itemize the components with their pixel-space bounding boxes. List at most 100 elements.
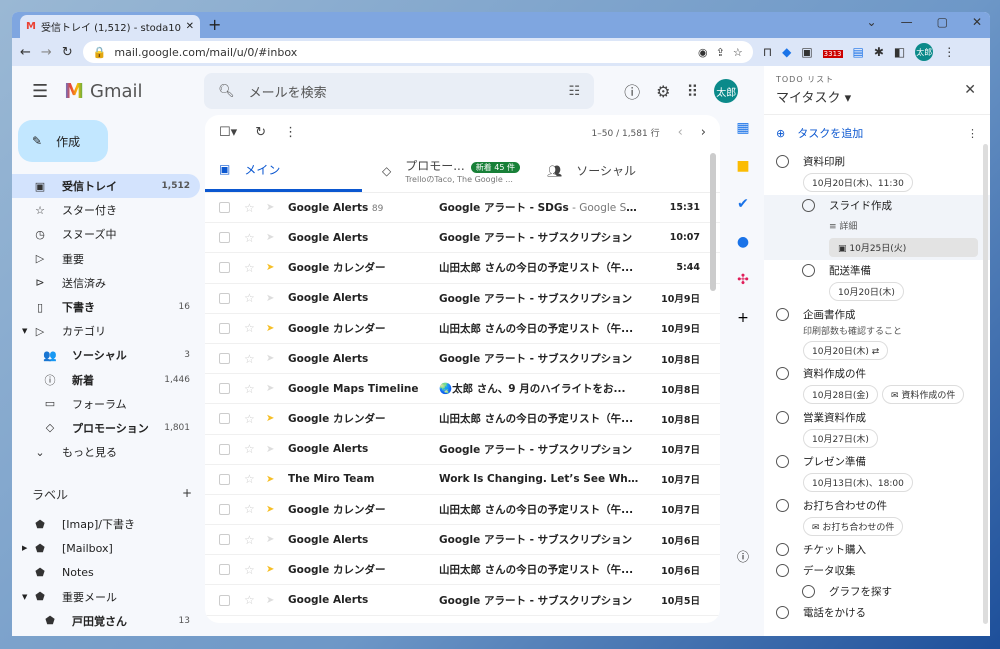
email-row[interactable]: ☆ ➤ Google Maps Timeline 🌏太郎 さん、9 月のハイライトをお… bbox=[205, 374, 720, 405]
complete-task-checkbox[interactable] bbox=[776, 564, 789, 577]
complete-task-checkbox[interactable] bbox=[776, 606, 789, 619]
row-checkbox[interactable] bbox=[219, 413, 230, 425]
sidebar-item[interactable]: ▷ 重要 bbox=[12, 247, 200, 271]
row-checkbox[interactable] bbox=[219, 564, 230, 576]
row-checkbox[interactable] bbox=[219, 503, 230, 515]
email-row[interactable]: ☆ ➤ Google Alerts Google アラート - サブスクリプション 10… bbox=[205, 223, 720, 254]
star-icon[interactable]: ☆ bbox=[244, 563, 258, 577]
row-checkbox[interactable] bbox=[219, 262, 230, 274]
row-checkbox[interactable] bbox=[219, 292, 230, 304]
sidebar-item[interactable]: ◇ プロモーション 1,801 bbox=[12, 416, 200, 440]
tasks-icon[interactable]: ✔ bbox=[737, 196, 749, 212]
sidebar-item[interactable]: ⬟ [Imap]/下書き bbox=[12, 512, 200, 536]
expand-caret-icon[interactable]: ▼ bbox=[22, 327, 27, 335]
email-row[interactable]: ☆ ➤ Google Alerts Google アラート - サブスクリプション 10… bbox=[205, 344, 720, 375]
extension-icon[interactable]: ▣ bbox=[801, 45, 812, 59]
more-icon[interactable]: ⋮ bbox=[967, 127, 978, 140]
task-chip[interactable]: 10月20日(木)、11:30 bbox=[803, 173, 913, 192]
important-marker-icon[interactable]: ➤ bbox=[266, 262, 280, 273]
sidebar-item[interactable]: ▣ 受信トレイ 1,512 bbox=[12, 174, 200, 199]
gmail-logo[interactable]: M Gmail bbox=[64, 79, 184, 103]
filter-options-icon[interactable]: ☷ bbox=[568, 84, 580, 99]
sidebar-item[interactable]: ⬟ Notes bbox=[12, 560, 200, 584]
tab-social[interactable]: 👥︎ ソーシャル bbox=[527, 149, 636, 192]
important-marker-icon[interactable]: ➤ bbox=[266, 595, 280, 606]
star-icon[interactable]: ☆ bbox=[244, 533, 258, 547]
tasks-scrollbar[interactable] bbox=[983, 144, 988, 624]
search-input[interactable]: 🔍︎ メールを検索 ☷ bbox=[204, 73, 595, 109]
email-row[interactable]: ☆ ➤ Google カレンダー 山田太郎 さんの今日の予定リスト（午... 10月6日 bbox=[205, 555, 720, 586]
important-marker-icon[interactable]: ➤ bbox=[266, 353, 280, 364]
sidebar-item[interactable]: ▼ ⬟ 重要メール bbox=[12, 585, 200, 609]
important-marker-icon[interactable]: ➤ bbox=[266, 444, 280, 455]
task-chip[interactable]: 10月20日(木) ⇄ bbox=[803, 341, 889, 360]
next-page-icon[interactable]: › bbox=[701, 125, 706, 140]
sidebar-item[interactable]: ▼ ▷ カテゴリ bbox=[12, 319, 200, 343]
email-row[interactable]: ☆ ➤ Google Alerts Google アラート - サブスクリプション 10… bbox=[205, 284, 720, 314]
email-row[interactable]: ☆ ➤ Google カレンダー 山田太郎 さんの今日の予定リスト（午... 10月8日 bbox=[205, 404, 720, 435]
row-checkbox[interactable] bbox=[219, 232, 230, 244]
sidebar-item[interactable]: ⬟ 戸田覚さん 13 bbox=[12, 609, 200, 633]
important-marker-icon[interactable]: ➤ bbox=[266, 474, 280, 485]
important-marker-icon[interactable]: ➤ bbox=[266, 564, 280, 575]
new-tab-button[interactable]: + bbox=[208, 15, 221, 34]
add-task-button[interactable]: ⊕ タスクを追加 ⋮ bbox=[764, 114, 990, 151]
sidebar-item[interactable]: ⊳ 送信済み bbox=[12, 271, 200, 295]
search-icon[interactable]: 🔍︎ bbox=[218, 84, 235, 99]
translate-icon[interactable]: ▤ bbox=[853, 45, 864, 59]
sidebar-item[interactable]: ▶ ⬟ [Mailbox] bbox=[12, 536, 200, 560]
puzzle-icon[interactable]: ✱ bbox=[874, 45, 884, 59]
scrollbar[interactable] bbox=[710, 153, 716, 291]
important-marker-icon[interactable]: ➤ bbox=[266, 534, 280, 545]
task-item[interactable]: チケット購入 bbox=[764, 539, 990, 560]
profile-avatar[interactable]: 太郎 bbox=[915, 43, 934, 61]
task-item[interactable]: データ収集 bbox=[764, 560, 990, 581]
star-icon[interactable]: ☆ bbox=[244, 321, 258, 335]
star-icon[interactable]: ☆ bbox=[244, 442, 258, 456]
info-icon[interactable]: ⓘ bbox=[737, 548, 749, 565]
row-checkbox[interactable] bbox=[219, 322, 230, 334]
task-item[interactable]: お打ち合わせの件 ✉ お打ち合わせの件 bbox=[764, 495, 990, 539]
task-chip[interactable]: ✉ 資料作成の件 bbox=[881, 385, 965, 404]
complete-task-checkbox[interactable] bbox=[776, 411, 789, 424]
email-row[interactable]: ☆ ➤ Google Alerts Google アラート - サブスクリプション 10… bbox=[205, 435, 720, 465]
help-icon[interactable]: ⓘ bbox=[624, 79, 640, 103]
star-icon[interactable]: ☆ bbox=[244, 261, 258, 275]
task-item[interactable]: 企画書作成 印刷部数も確認すること 10月20日(木) ⇄ bbox=[764, 304, 990, 363]
task-item[interactable]: グラフを探す bbox=[764, 581, 990, 602]
star-icon[interactable]: ☆ bbox=[244, 352, 258, 366]
slack-icon[interactable]: ✣ bbox=[737, 272, 749, 288]
task-chip[interactable]: 10月20日(木) bbox=[829, 282, 904, 301]
email-row[interactable]: ☆ ➤ Google Alerts 89 Google アラート - SDGs - G… bbox=[205, 193, 720, 224]
complete-task-checkbox[interactable] bbox=[802, 264, 815, 277]
task-item[interactable]: 配送準備 10月20日(木) bbox=[764, 260, 990, 304]
row-checkbox[interactable] bbox=[219, 594, 230, 606]
star-icon[interactable]: ☆ bbox=[244, 412, 258, 426]
star-icon[interactable]: ☆ bbox=[244, 291, 258, 305]
task-item[interactable]: スライド作成 ≡ 詳細 ▣ 10月25日(火) bbox=[764, 195, 990, 260]
important-marker-icon[interactable]: ➤ bbox=[266, 232, 280, 243]
more-icon[interactable]: ⋮ bbox=[943, 45, 955, 59]
gmail-checker-icon[interactable]: 3313 bbox=[822, 45, 843, 59]
sidebar-item[interactable]: ☆ スター付き bbox=[12, 198, 200, 222]
row-checkbox[interactable] bbox=[219, 473, 230, 485]
tab-promotions[interactable]: ◇ プロモー... 新着 45 件 TrelloのTaco, The Google .… bbox=[362, 149, 527, 192]
sidebar-item[interactable]: 👥 ソーシャル 3 bbox=[12, 343, 200, 367]
task-item[interactable]: 電話をかける bbox=[764, 602, 990, 623]
close-icon[interactable]: ✕ bbox=[964, 82, 976, 98]
calendar-icon[interactable]: ▦ bbox=[736, 120, 749, 136]
menu-icon[interactable]: ☰ bbox=[32, 81, 48, 102]
minimize-button[interactable]: — bbox=[901, 15, 913, 29]
task-item[interactable]: プレゼン準備 10月13日(木)、18:00 bbox=[764, 451, 990, 495]
address-bar[interactable]: 🔒 mail.google.com/mail/u/0/#inbox ◉ ⇪ ☆ bbox=[82, 41, 753, 63]
complete-task-checkbox[interactable] bbox=[776, 367, 789, 380]
eye-icon[interactable]: ◉ bbox=[698, 46, 708, 59]
important-marker-icon[interactable]: ➤ bbox=[266, 383, 280, 394]
star-icon[interactable]: ☆ bbox=[244, 472, 258, 486]
task-chip[interactable]: 10月28日(金) bbox=[803, 385, 878, 404]
complete-task-checkbox[interactable] bbox=[776, 499, 789, 512]
email-row[interactable]: ☆ ➤ Google カレンダー 山田太郎 さんの今日の予定リスト（午... 5:44 bbox=[205, 253, 720, 284]
complete-task-checkbox[interactable] bbox=[776, 308, 789, 321]
browser-tab[interactable]: M 受信トレイ (1,512) - stoda1000@g ✕ bbox=[20, 15, 200, 38]
prev-page-icon[interactable]: ‹ bbox=[678, 125, 683, 140]
